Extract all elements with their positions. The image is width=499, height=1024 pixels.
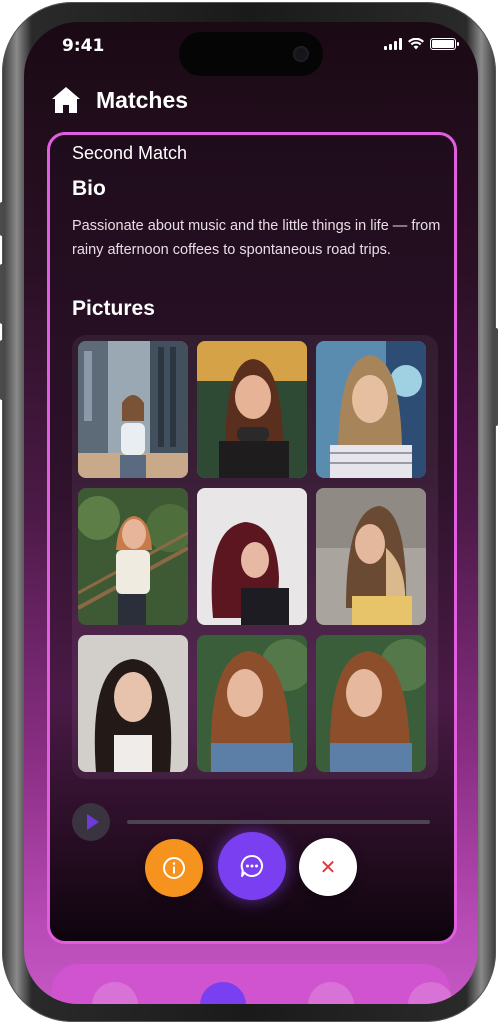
audio-progress-track[interactable] xyxy=(127,820,430,824)
pictures-gallery xyxy=(72,335,438,779)
power-button xyxy=(494,328,498,426)
nav-profile-icon[interactable] xyxy=(200,982,246,1004)
status-icons xyxy=(384,38,459,50)
bio-text: Passionate about music and the little th… xyxy=(72,218,441,258)
page-title: Matches xyxy=(96,86,189,113)
bottom-nav xyxy=(52,964,454,1004)
photo-6[interactable] xyxy=(316,488,426,625)
photo-9[interactable] xyxy=(316,635,426,772)
cellular-signal-icon xyxy=(384,38,402,50)
volume-up-button xyxy=(0,264,4,324)
chat-button[interactable] xyxy=(218,832,286,900)
pictures-heading: Pictures xyxy=(72,297,155,320)
info-icon xyxy=(163,857,185,879)
photo-1[interactable] xyxy=(78,341,188,478)
info-button[interactable] xyxy=(145,839,203,897)
photo-3[interactable] xyxy=(316,341,426,478)
chat-bubble-icon xyxy=(240,854,263,877)
battery-icon xyxy=(430,38,459,50)
match-card: Second Match Bio Passionate about music … xyxy=(47,132,457,944)
nav-bookmark-icon[interactable] xyxy=(308,982,354,1004)
screen: 9:41 Matches Second Match Bio Passionate… xyxy=(24,22,478,1004)
match-actions: ✕ xyxy=(145,832,365,904)
nav-home-icon[interactable] xyxy=(92,982,138,1004)
close-icon: ✕ xyxy=(319,855,337,879)
volume-down-button xyxy=(0,340,4,400)
bio-heading: Bio xyxy=(72,177,106,200)
match-name: Second Match xyxy=(72,143,188,163)
phone-frame: 9:41 Matches Second Match Bio Passionate… xyxy=(0,2,498,1022)
play-icon[interactable] xyxy=(72,803,110,841)
dismiss-button[interactable]: ✕ xyxy=(299,838,357,896)
page-header: Matches xyxy=(50,84,188,116)
dynamic-island xyxy=(179,32,323,76)
photo-4[interactable] xyxy=(78,488,188,625)
status-time: 9:41 xyxy=(62,36,105,56)
camera-icon xyxy=(293,46,309,62)
home-icon[interactable] xyxy=(50,84,82,116)
wifi-icon xyxy=(408,38,424,50)
photo-2[interactable] xyxy=(197,341,307,478)
photo-7[interactable] xyxy=(78,635,188,772)
status-bar: 9:41 xyxy=(24,22,478,76)
nav-settings-icon[interactable] xyxy=(408,982,454,1004)
mute-switch xyxy=(0,202,4,236)
photo-5[interactable] xyxy=(197,488,307,625)
photo-8[interactable] xyxy=(197,635,307,772)
